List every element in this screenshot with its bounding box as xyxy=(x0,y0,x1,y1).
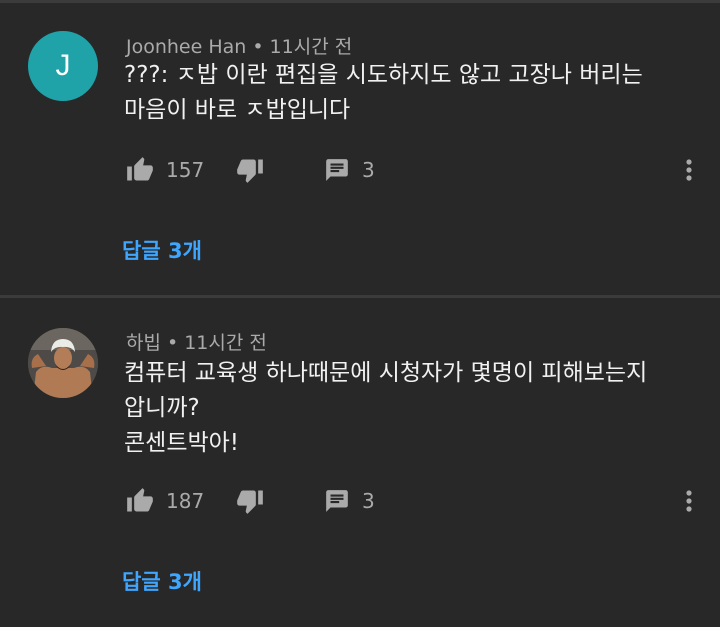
reply-count: 3 xyxy=(362,489,375,513)
like-count: 187 xyxy=(166,489,205,513)
comment-time[interactable]: 11시간 전 xyxy=(184,332,267,354)
comment-icon xyxy=(326,490,348,512)
like-button[interactable]: 157 xyxy=(126,152,204,188)
avatar-photo xyxy=(28,328,98,398)
comment-meta: 하빕 • 11시간 전 xyxy=(126,328,267,355)
avatar-letter: J xyxy=(55,49,71,82)
dislike-button[interactable] xyxy=(236,483,264,519)
like-button[interactable]: 187 xyxy=(126,483,204,519)
view-replies-link[interactable]: 답글 3개 xyxy=(122,235,202,265)
view-replies-link[interactable]: 답글 3개 xyxy=(122,566,202,596)
reply-button[interactable]: 3 xyxy=(324,152,375,188)
thumb-down-icon xyxy=(237,159,263,183)
more-options-button[interactable] xyxy=(682,152,696,188)
thumb-up-icon xyxy=(127,157,153,181)
like-count: 157 xyxy=(166,158,205,182)
more-options-button[interactable] xyxy=(682,483,696,519)
more-vertical-icon xyxy=(686,490,692,512)
comment-meta: Joonhee Han • 11시간 전 xyxy=(126,32,352,59)
reply-button[interactable]: 3 xyxy=(324,483,375,519)
comment-text: 컴퓨터 교육생 하나때문에 시청자가 몇명이 피해보는지 압니까? 콘센트박아! xyxy=(124,360,648,456)
thumb-up-icon xyxy=(127,488,153,512)
comment-time[interactable]: 11시간 전 xyxy=(270,36,353,58)
author-name[interactable]: 하빕 xyxy=(126,332,161,354)
meta-separator: • xyxy=(166,332,179,354)
reply-count: 3 xyxy=(362,158,375,182)
comment-thread: J Joonhee Han • 11시간 전 ???: ㅈ밥 이란 편집을 시도하지… xyxy=(0,0,720,295)
more-vertical-icon xyxy=(686,159,692,181)
dislike-button[interactable] xyxy=(236,152,264,188)
avatar[interactable] xyxy=(28,328,98,398)
comment-thread: 하빕 • 11시간 전 컴퓨터 교육생 하나때문에 시청자가 몇명이 피해보는지 압… xyxy=(0,298,720,627)
thumb-down-icon xyxy=(237,490,263,514)
comment-actions: 157 3 xyxy=(126,152,706,192)
comment-icon xyxy=(326,159,348,181)
author-name[interactable]: Joonhee Han xyxy=(126,36,246,58)
avatar[interactable]: J xyxy=(28,31,98,101)
meta-separator: • xyxy=(252,36,264,58)
comment-actions: 187 3 xyxy=(126,483,706,523)
comment-text: ???: ㅈ밥 이란 편집을 시도하지도 않고 고장나 버리는 마음이 바로 ㅈ… xyxy=(124,62,643,123)
